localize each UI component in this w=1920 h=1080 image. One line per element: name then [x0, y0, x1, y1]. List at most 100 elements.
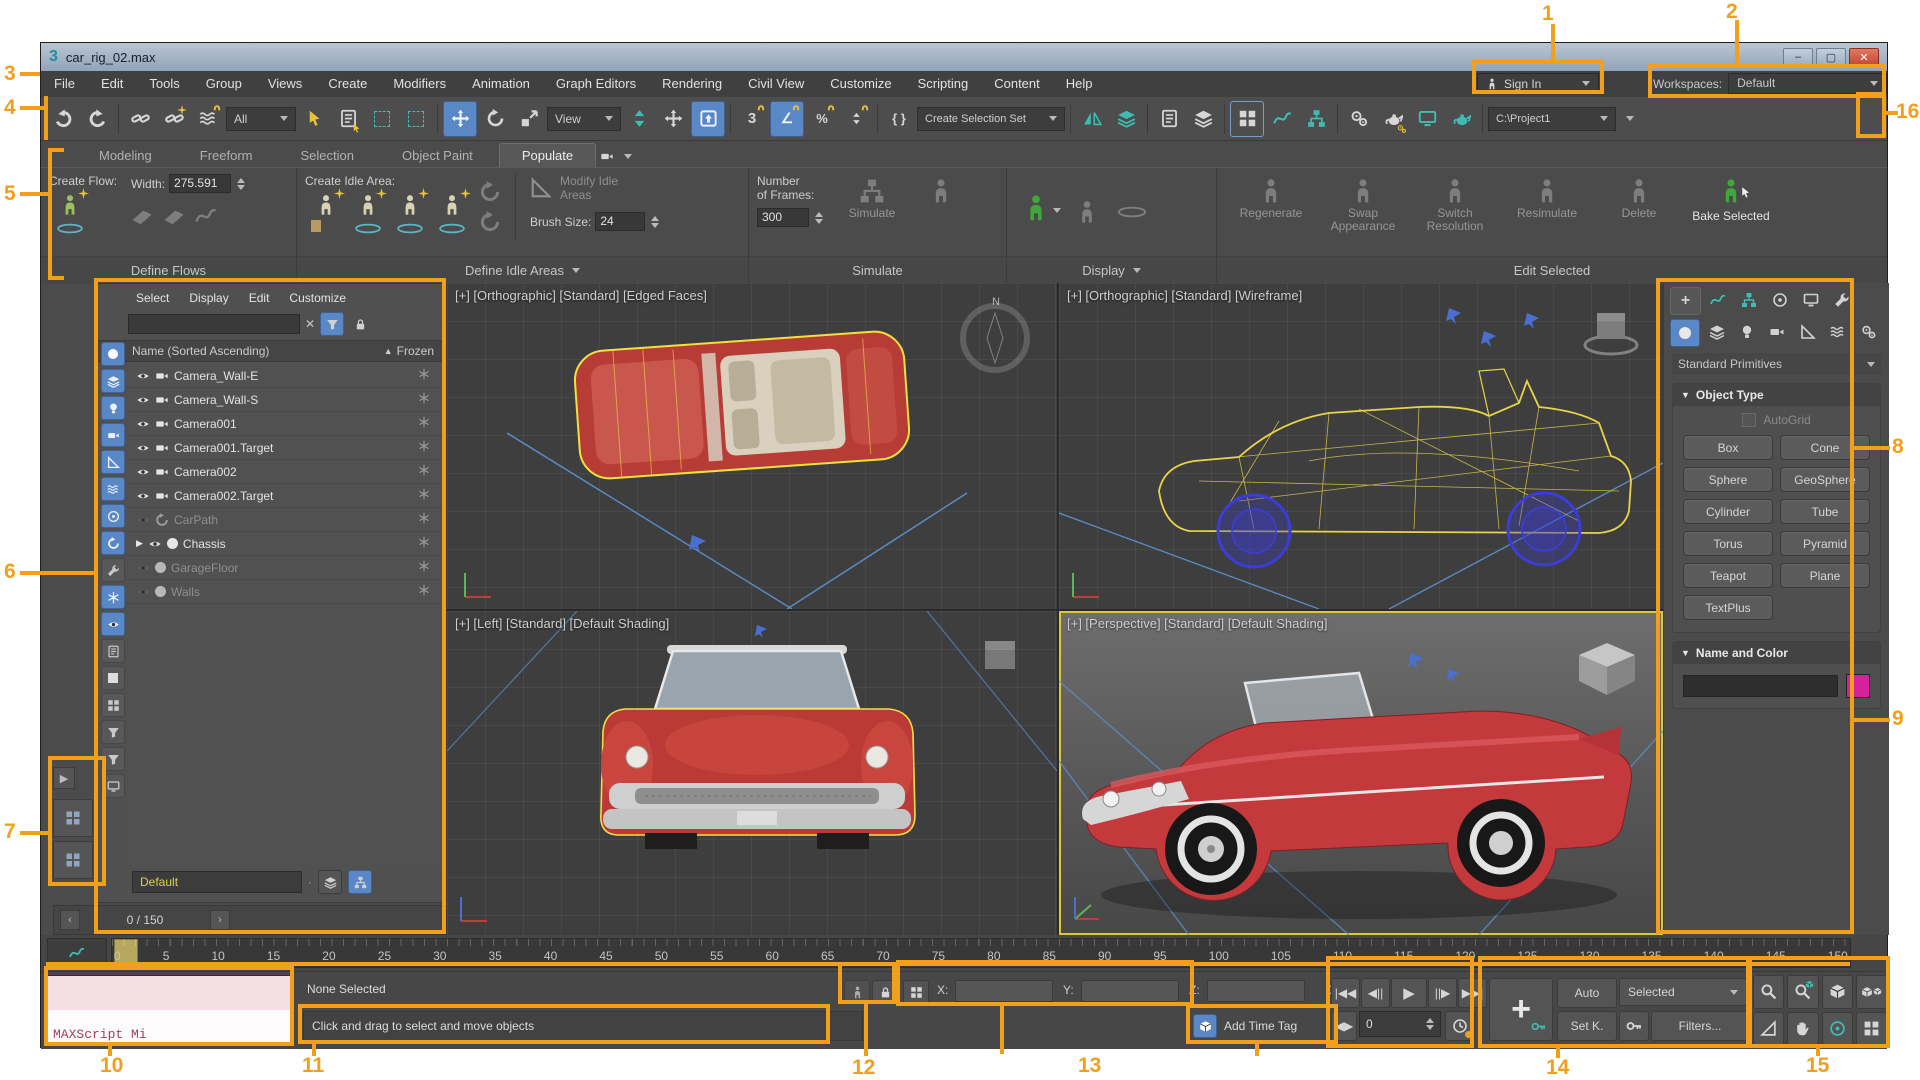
viewport-bottom-right[interactable]: [+] [Perspective] [Standard] [Default Sh… [1059, 611, 1663, 935]
menu-item[interactable]: Tools [136, 71, 192, 97]
menu-item[interactable]: Modifiers [380, 71, 459, 97]
display-people-button[interactable] [1015, 186, 1057, 238]
tab-populate[interactable]: Populate [499, 143, 596, 167]
menu-item[interactable]: Civil View [735, 71, 817, 97]
create-flow-button[interactable] [49, 188, 91, 240]
rectangular-selection-region-button[interactable] [366, 102, 398, 136]
keyboard-shortcut-override-toggle[interactable] [691, 101, 725, 137]
mirror-button[interactable] [1076, 102, 1108, 136]
menu-item[interactable]: Views [255, 71, 315, 97]
flow-width-field[interactable]: 275.591 [169, 174, 231, 193]
unlink-selection-button[interactable] [158, 102, 190, 136]
resimulate-button[interactable]: Resimulate [1501, 174, 1593, 233]
viewport-top-right[interactable]: [+] [Orthographic] [Standard] [Wireframe… [1059, 283, 1663, 609]
spinner-snap-toggle[interactable] [840, 102, 872, 136]
viewcube[interactable] [1579, 643, 1635, 695]
select-object-button[interactable] [298, 102, 330, 136]
tab-object-paint[interactable]: Object Paint [380, 144, 495, 167]
idle-area-seated-button[interactable] [305, 188, 347, 240]
menu-item[interactable]: Create [315, 71, 380, 97]
prev-frame-arrow[interactable]: ‹ [60, 910, 80, 930]
motion-paths-button[interactable] [1343, 102, 1375, 136]
viewport-label[interactable]: [+] [Orthographic] [Standard] [Edged Fac… [455, 288, 707, 303]
angle-snap-toggle[interactable]: ∠ [770, 101, 804, 137]
tab-freeform[interactable]: Freeform [178, 144, 275, 167]
simulate-button[interactable]: Simulate [837, 174, 907, 227]
cancel-simulate-button[interactable] [921, 174, 961, 227]
render-production-button[interactable] [1445, 102, 1477, 136]
rendered-frame-window-button[interactable] [1411, 102, 1443, 136]
idle-area-free-button[interactable] [347, 188, 389, 240]
selection-filter-dropdown[interactable]: All [226, 107, 296, 131]
redo-button[interactable] [81, 102, 113, 136]
select-and-scale-button[interactable] [513, 102, 545, 136]
idle-area-circle-button[interactable] [431, 188, 473, 240]
align-button[interactable] [1110, 102, 1142, 136]
viewport-label[interactable]: [+] [Orthographic] [Standard] [Wireframe… [1067, 288, 1302, 303]
render-setup-button[interactable] [1377, 102, 1409, 136]
idle-area-square-button[interactable] [389, 188, 431, 240]
menu-item[interactable]: Content [981, 71, 1053, 97]
tab-selection[interactable]: Selection [279, 144, 376, 167]
menu-item[interactable]: Edit [88, 71, 136, 97]
bake-selected-button[interactable]: Bake Selected [1685, 174, 1777, 233]
systems-category-icon[interactable] [1855, 319, 1883, 345]
toolbar-overflow-button[interactable] [1618, 102, 1634, 136]
schematic-view-button[interactable] [1300, 102, 1332, 136]
simulate-panel-label[interactable]: Simulate [749, 257, 1007, 284]
viewport-bottom-left[interactable]: [+] [Left] [Standard] [Default Shading] [447, 611, 1057, 935]
select-and-move-button[interactable] [443, 101, 477, 137]
create-ramp-icon[interactable] [131, 205, 153, 227]
reference-coordinate-dropdown[interactable]: View [547, 107, 621, 131]
menu-item[interactable]: Animation [459, 71, 543, 97]
viewport-label[interactable]: [+] [Perspective] [Standard] [Default Sh… [1067, 616, 1328, 631]
switch-resolution-button[interactable]: Switch Resolution [1409, 174, 1501, 233]
menu-item[interactable]: Rendering [649, 71, 735, 97]
wireframe-car [1059, 283, 1663, 609]
project-folder-dropdown[interactable]: C:\Project1 [1488, 107, 1616, 131]
percent-snap-toggle[interactable]: % [806, 102, 838, 136]
toggle-scene-explorer-button[interactable] [1153, 102, 1185, 136]
delete-button[interactable]: Delete [1593, 174, 1685, 233]
num-frames-field[interactable]: 300 [757, 208, 809, 227]
window-crossing-toggle[interactable] [400, 102, 432, 136]
toggle-ribbon-button[interactable] [1230, 101, 1264, 137]
create-stairs-icon[interactable] [195, 205, 217, 227]
select-and-rotate-button[interactable] [479, 102, 511, 136]
tab-modeling[interactable]: Modeling [77, 144, 174, 167]
menu-item[interactable]: Group [193, 71, 255, 97]
bind-to-space-warp-button[interactable] [192, 102, 224, 136]
regenerate-button[interactable]: Regenerate [1225, 174, 1317, 233]
viewport-top-left[interactable]: [+] [Orthographic] [Standard] [Edged Fac… [447, 283, 1057, 609]
snaps-toggle-3d[interactable]: 3 [736, 102, 768, 136]
select-and-link-button[interactable] [124, 102, 156, 136]
z-coordinate-field[interactable] [1207, 980, 1305, 1002]
frames-spinner[interactable] [815, 212, 823, 224]
brush-size-field[interactable]: 24 [595, 212, 645, 231]
menu-item[interactable]: Help [1053, 71, 1106, 97]
select-by-name-button[interactable] [332, 102, 364, 136]
menu-item[interactable]: File [41, 71, 88, 97]
edit-named-selection-sets-button[interactable]: { } [883, 102, 915, 136]
menu-item[interactable]: Customize [817, 71, 904, 97]
toggle-layer-explorer-button[interactable] [1187, 102, 1219, 136]
viewport-label[interactable]: [+] [Left] [Standard] [Default Shading] [455, 616, 669, 631]
menu-item[interactable]: Scripting [905, 71, 982, 97]
lasso-add-icon[interactable] [479, 181, 501, 203]
menu-item[interactable]: Graph Editors [543, 71, 649, 97]
ribbon-media-button[interactable] [600, 145, 632, 167]
brush-size-spinner[interactable] [651, 216, 659, 228]
named-selection-set-dropdown[interactable]: Create Selection Set [917, 107, 1065, 131]
width-spinner[interactable] [237, 178, 245, 190]
swap-appearance-button[interactable]: Swap Appearance [1317, 174, 1409, 233]
curve-editor-button[interactable] [1266, 102, 1298, 136]
use-pivot-center-button[interactable] [623, 102, 655, 136]
modify-idle-areas-icon[interactable] [530, 177, 552, 199]
select-and-manipulate-button[interactable] [657, 102, 689, 136]
lasso-subtract-icon[interactable] [479, 211, 501, 233]
create-crossing-icon[interactable] [163, 205, 185, 227]
display-panel-label[interactable]: Display [1007, 257, 1217, 284]
display-ghost-icon[interactable] [1075, 200, 1099, 224]
display-area-icon[interactable] [1117, 206, 1147, 218]
undo-button[interactable] [47, 102, 79, 136]
